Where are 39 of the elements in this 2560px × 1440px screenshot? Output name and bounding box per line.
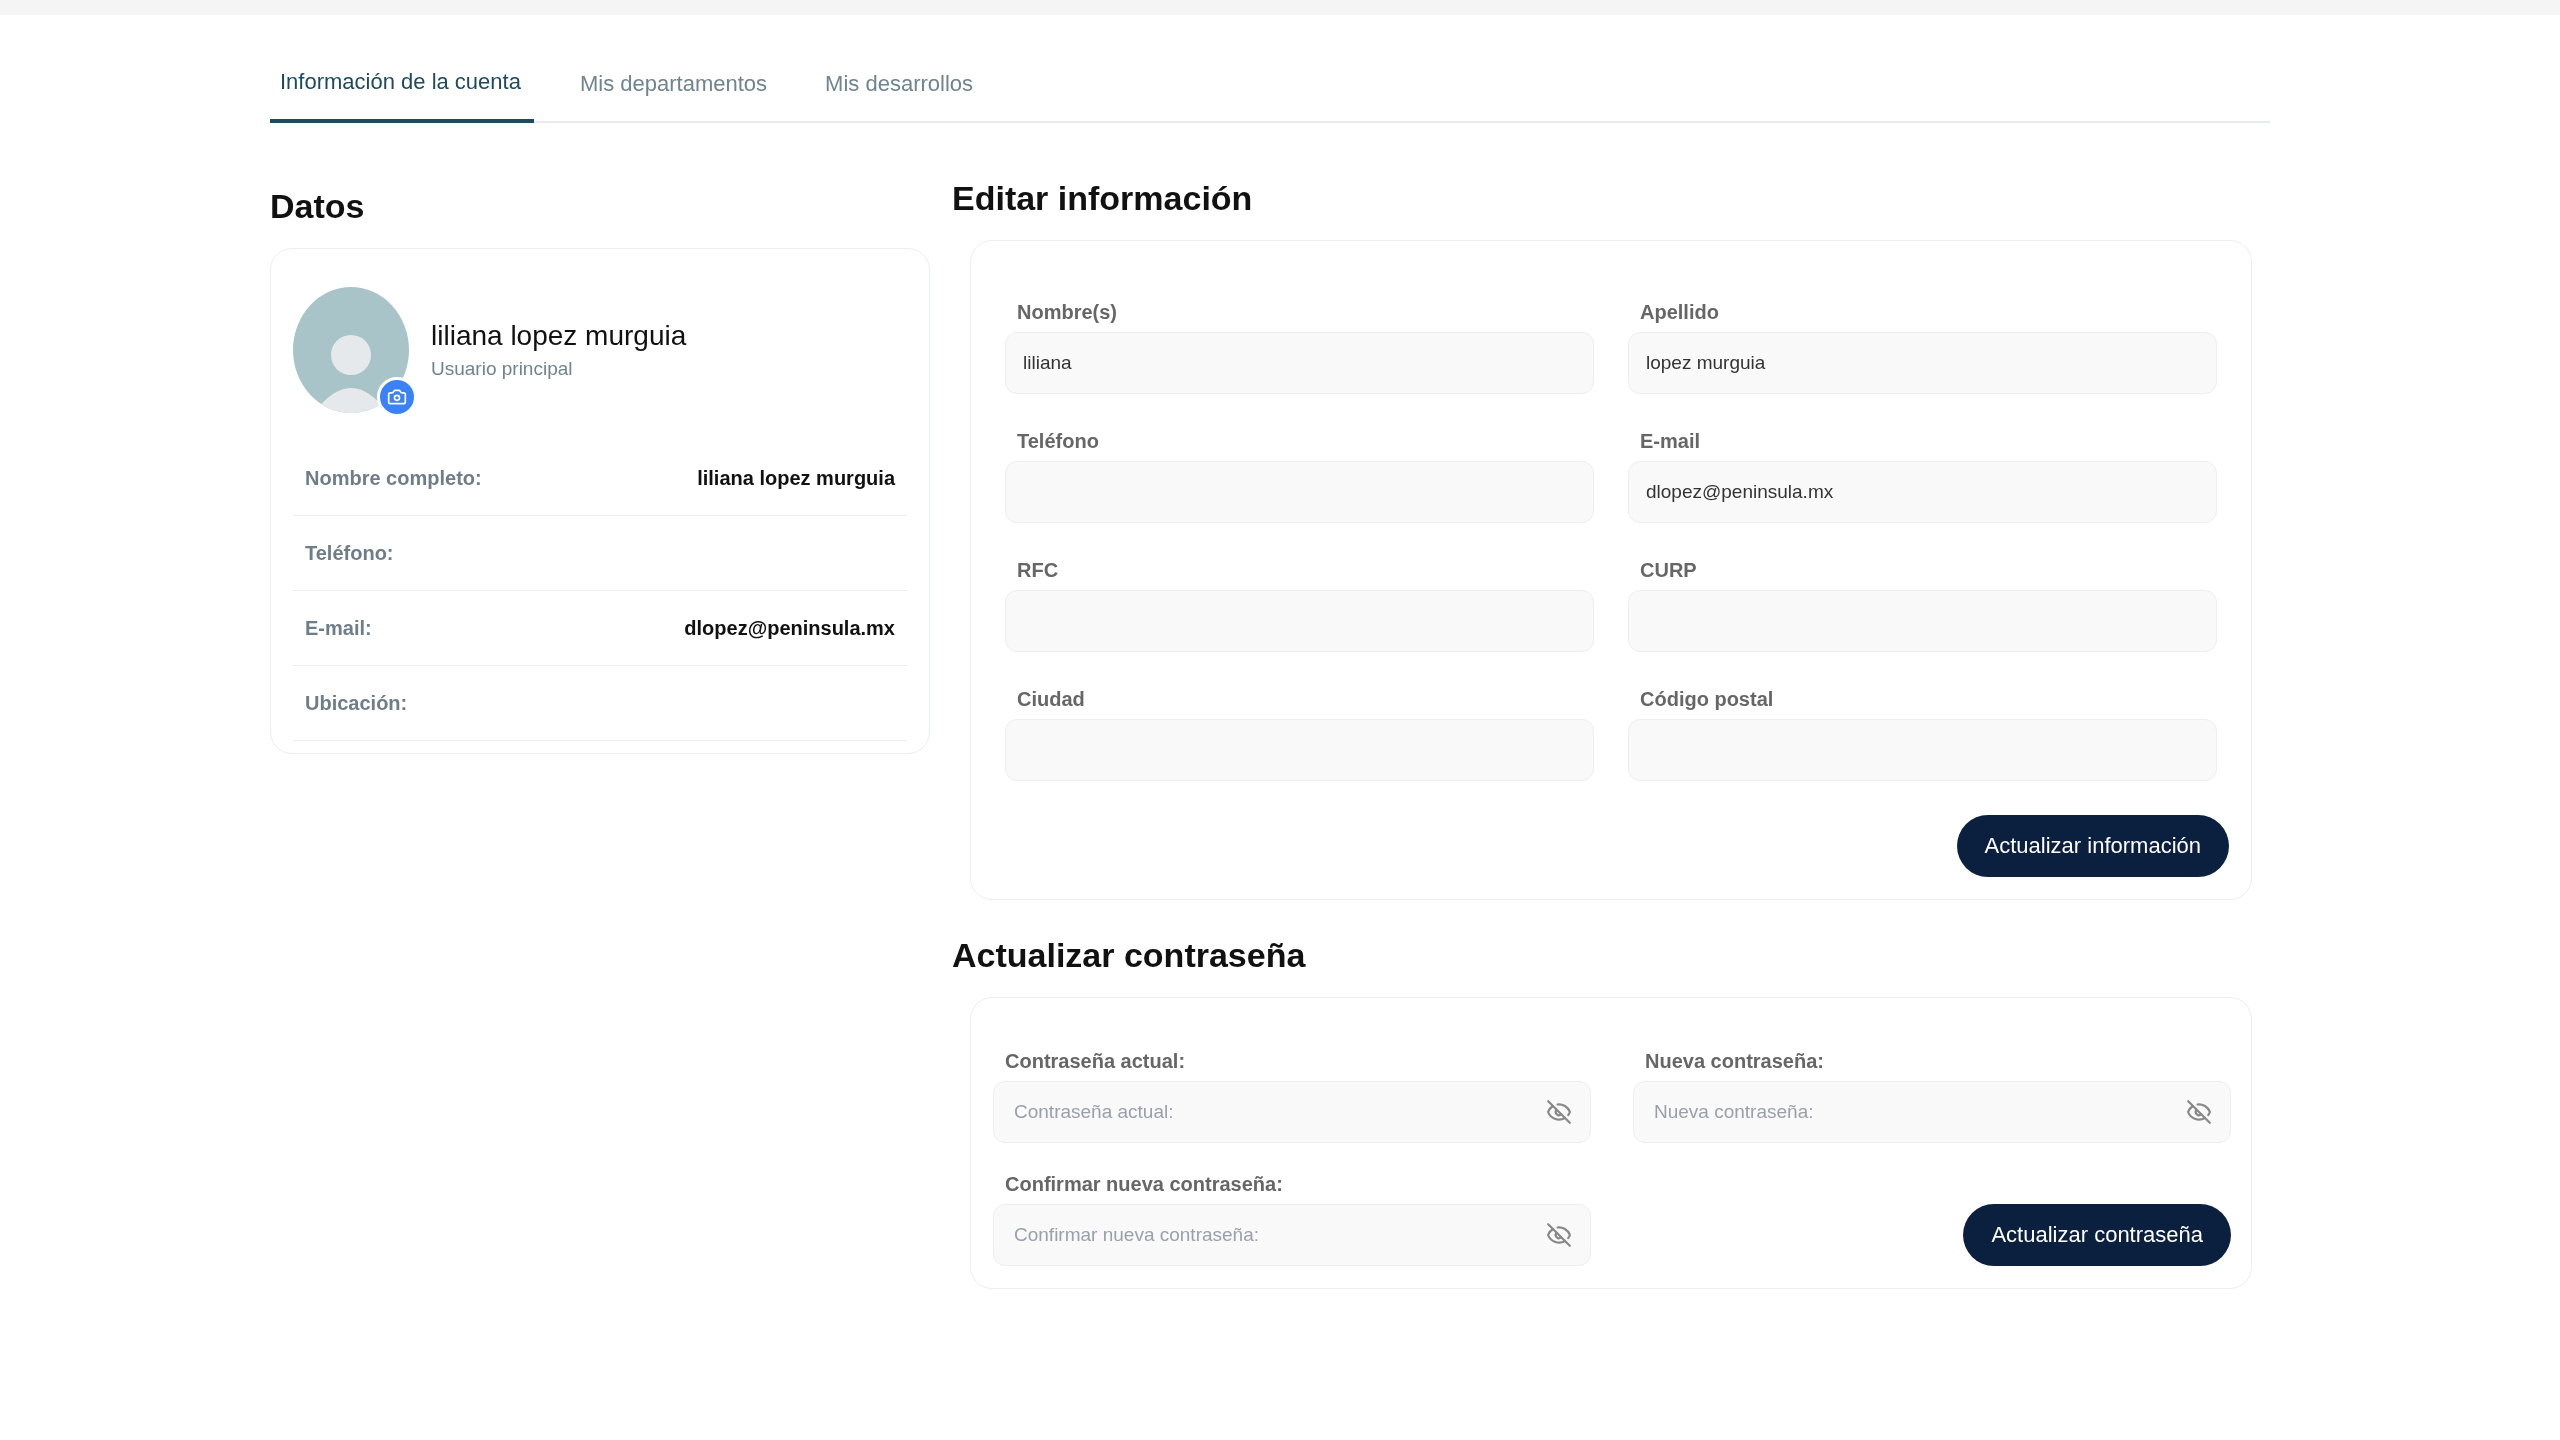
user-role: Usuario principal	[431, 358, 574, 380]
field-label: Contraseña actual:	[1004, 1050, 1187, 1073]
tab[interactable]: Mis desarrollos	[813, 63, 986, 123]
field-label: Apellido	[1639, 301, 1720, 324]
field-label: RFC	[1016, 559, 1060, 582]
field-label: Ciudad	[1016, 688, 1086, 711]
tab[interactable]: Mis departamentos	[568, 63, 780, 123]
update-password-button[interactable]: Actualizar contraseña	[1963, 1204, 2231, 1266]
password-input[interactable]: Contraseña actual:	[1012, 1100, 1546, 1124]
field-label: CURP	[1639, 559, 1698, 582]
field-label: Código postal	[1639, 688, 1775, 711]
info-label: Ubicación:	[305, 691, 408, 715]
info-label: Nombre completo:	[305, 466, 482, 490]
field-label: E-mail	[1639, 430, 1702, 453]
input-field[interactable]: liliana	[1005, 332, 1594, 394]
eye-off-icon[interactable]	[1546, 1099, 1572, 1125]
field-label: Confirmar nueva contraseña:	[1004, 1173, 1284, 1196]
eye-off-icon[interactable]	[2186, 1099, 2212, 1125]
update-info-button[interactable]: Actualizar información	[1956, 815, 2229, 877]
section-heading: Actualizar contraseña	[952, 936, 1307, 975]
field-label: Teléfono	[1016, 430, 1100, 453]
section-heading: Editar información	[952, 179, 1254, 218]
password-field[interactable]: Nueva contraseña:	[1633, 1081, 2231, 1143]
password-input[interactable]: Confirmar nueva contraseña:	[1012, 1223, 1546, 1247]
tab[interactable]: Información de la cuenta	[270, 63, 534, 123]
info-label: E-mail:	[305, 616, 372, 640]
user-name: liliana lopez murguia	[431, 320, 687, 352]
eye-off-icon[interactable]	[1546, 1222, 1572, 1248]
info-label: Teléfono:	[305, 541, 394, 565]
field-label: Nombre(s)	[1016, 301, 1118, 324]
section-heading: Datos	[270, 187, 366, 226]
password-input[interactable]: Nueva contraseña:	[1652, 1100, 2186, 1124]
input-field[interactable]: dlopez@peninsula.mx	[1628, 461, 2217, 523]
info-value: liliana lopez murguia	[697, 466, 895, 490]
field-label: Nueva contraseña:	[1644, 1050, 1825, 1073]
info-value: dlopez@peninsula.mx	[684, 616, 895, 640]
input-field[interactable]: lopez murguia	[1628, 332, 2217, 394]
password-field[interactable]: Confirmar nueva contraseña:	[993, 1204, 1591, 1266]
password-field[interactable]: Contraseña actual:	[993, 1081, 1591, 1143]
